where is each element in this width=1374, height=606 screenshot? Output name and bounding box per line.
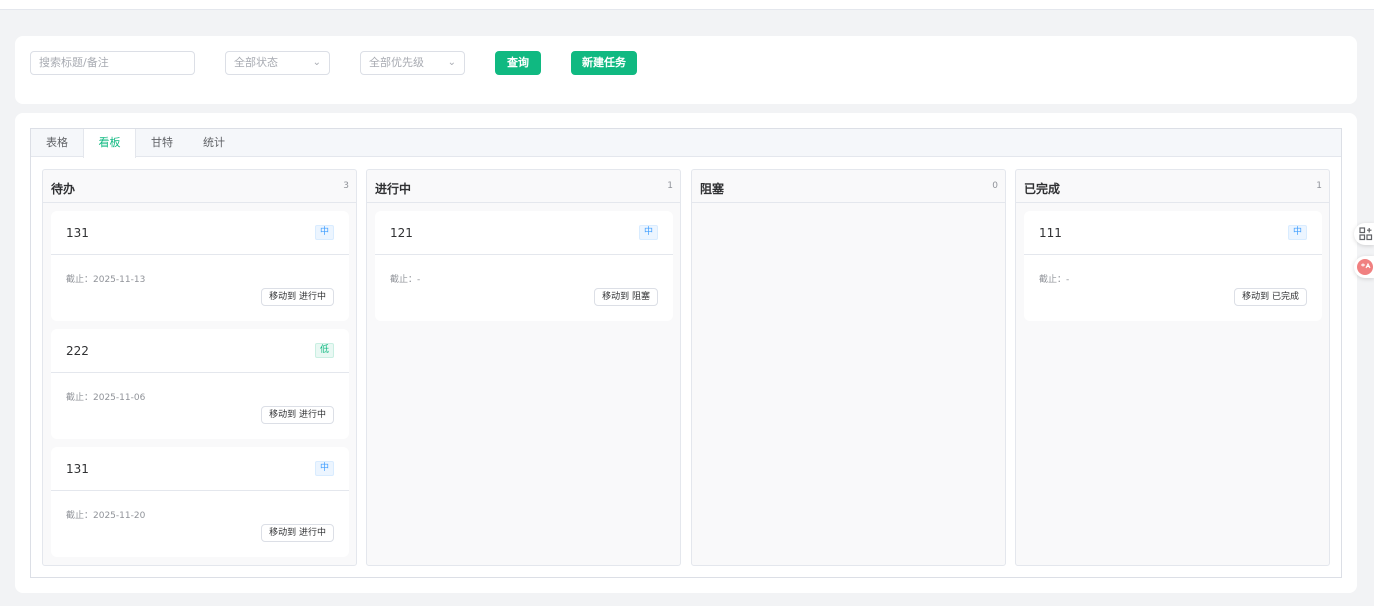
column-header: 进行中 1 [367, 170, 680, 203]
column-header: 已完成 1 [1016, 170, 1329, 203]
column-header: 待办 3 [43, 170, 356, 203]
priority-tag: 低 [314, 343, 334, 358]
column-title: 阻塞 [700, 182, 725, 196]
column-count: 1 [1316, 181, 1322, 191]
task-card[interactable]: 222 低 截止：2025-11-06 移动到 进行中 [51, 329, 349, 439]
task-card[interactable]: 131 中 截止：2025-11-20 移动到 进行中 [51, 447, 349, 557]
task-title: 222 [66, 344, 89, 358]
task-title: 131 [66, 226, 89, 240]
task-title: 111 [1039, 226, 1062, 240]
move-button[interactable]: 移动到 已完成 [1234, 288, 1307, 306]
column-count: 0 [992, 181, 998, 191]
chevron-down-icon: ⌄ [447, 57, 456, 68]
search-input[interactable]: 搜索标题/备注 [30, 51, 195, 75]
due-date: 截止：- [1039, 275, 1070, 285]
tab-stats[interactable]: 统计 [188, 129, 240, 157]
due-date: 截止：2025-11-06 [66, 393, 146, 403]
due-date: 截止：- [390, 275, 421, 285]
kanban-column-blocked: 阻塞 0 [691, 169, 1006, 566]
status-select-value: 全部状态 [234, 56, 278, 69]
kanban-column-done: 已完成 1 111 中 截止：- 移动到 已完成 [1015, 169, 1330, 566]
tab-bar: 表格 看板 甘特 统计 [31, 129, 1341, 158]
priority-tag: 中 [314, 225, 334, 240]
kanban-column-todo: 待办 3 131 中 截止：2025-11-13 移动到 进行中 222 低 截… [42, 169, 357, 566]
view-tabs: 表格 看板 甘特 统计 待办 3 131 中 截止：2025-11-13 移动到… [30, 128, 1342, 578]
kanban-column-in-progress: 进行中 1 121 中 截止：- 移动到 阻塞 [366, 169, 681, 566]
status-select[interactable]: 全部状态 ⌄ [225, 51, 330, 75]
priority-tag: 中 [1287, 225, 1307, 240]
tab-kanban[interactable]: 看板 [83, 129, 136, 158]
grid-plus-icon[interactable] [1354, 223, 1374, 245]
due-date: 截止：2025-11-20 [66, 511, 146, 521]
search-placeholder: 搜索标题/备注 [39, 56, 109, 69]
task-card[interactable]: 131 中 截止：2025-11-13 移动到 进行中 [51, 211, 349, 321]
priority-tag: 中 [314, 461, 334, 476]
tab-gantt[interactable]: 甘特 [136, 129, 188, 157]
column-header: 阻塞 0 [692, 170, 1005, 203]
column-title: 进行中 [375, 182, 412, 196]
new-task-button[interactable]: 新建任务 [571, 51, 637, 75]
move-button[interactable]: 移动到 进行中 [261, 288, 334, 306]
due-date: 截止：2025-11-13 [66, 275, 146, 285]
move-button[interactable]: 移动到 阻塞 [594, 288, 658, 306]
column-count: 1 [667, 181, 673, 191]
task-title: 121 [390, 226, 413, 240]
filter-panel: 搜索标题/备注 全部状态 ⌄ 全部优先级 ⌄ 查询 新建任务 [15, 36, 1357, 104]
column-title: 已完成 [1024, 182, 1061, 196]
column-title: 待办 [51, 182, 76, 196]
top-bar [0, 0, 1374, 10]
tab-table[interactable]: 表格 [31, 129, 83, 157]
translate-icon[interactable] [1354, 256, 1374, 278]
priority-select[interactable]: 全部优先级 ⌄ [360, 51, 465, 75]
priority-tag: 中 [638, 225, 658, 240]
move-button[interactable]: 移动到 进行中 [261, 524, 334, 542]
board-panel: 表格 看板 甘特 统计 待办 3 131 中 截止：2025-11-13 移动到… [15, 113, 1357, 593]
task-card[interactable]: 111 中 截止：- 移动到 已完成 [1024, 211, 1322, 321]
priority-select-value: 全部优先级 [369, 56, 424, 69]
column-count: 3 [343, 181, 349, 191]
task-card[interactable]: 121 中 截止：- 移动到 阻塞 [375, 211, 673, 321]
chevron-down-icon: ⌄ [312, 57, 321, 68]
task-title: 131 [66, 462, 89, 476]
query-button[interactable]: 查询 [495, 51, 541, 75]
move-button[interactable]: 移动到 进行中 [261, 406, 334, 424]
